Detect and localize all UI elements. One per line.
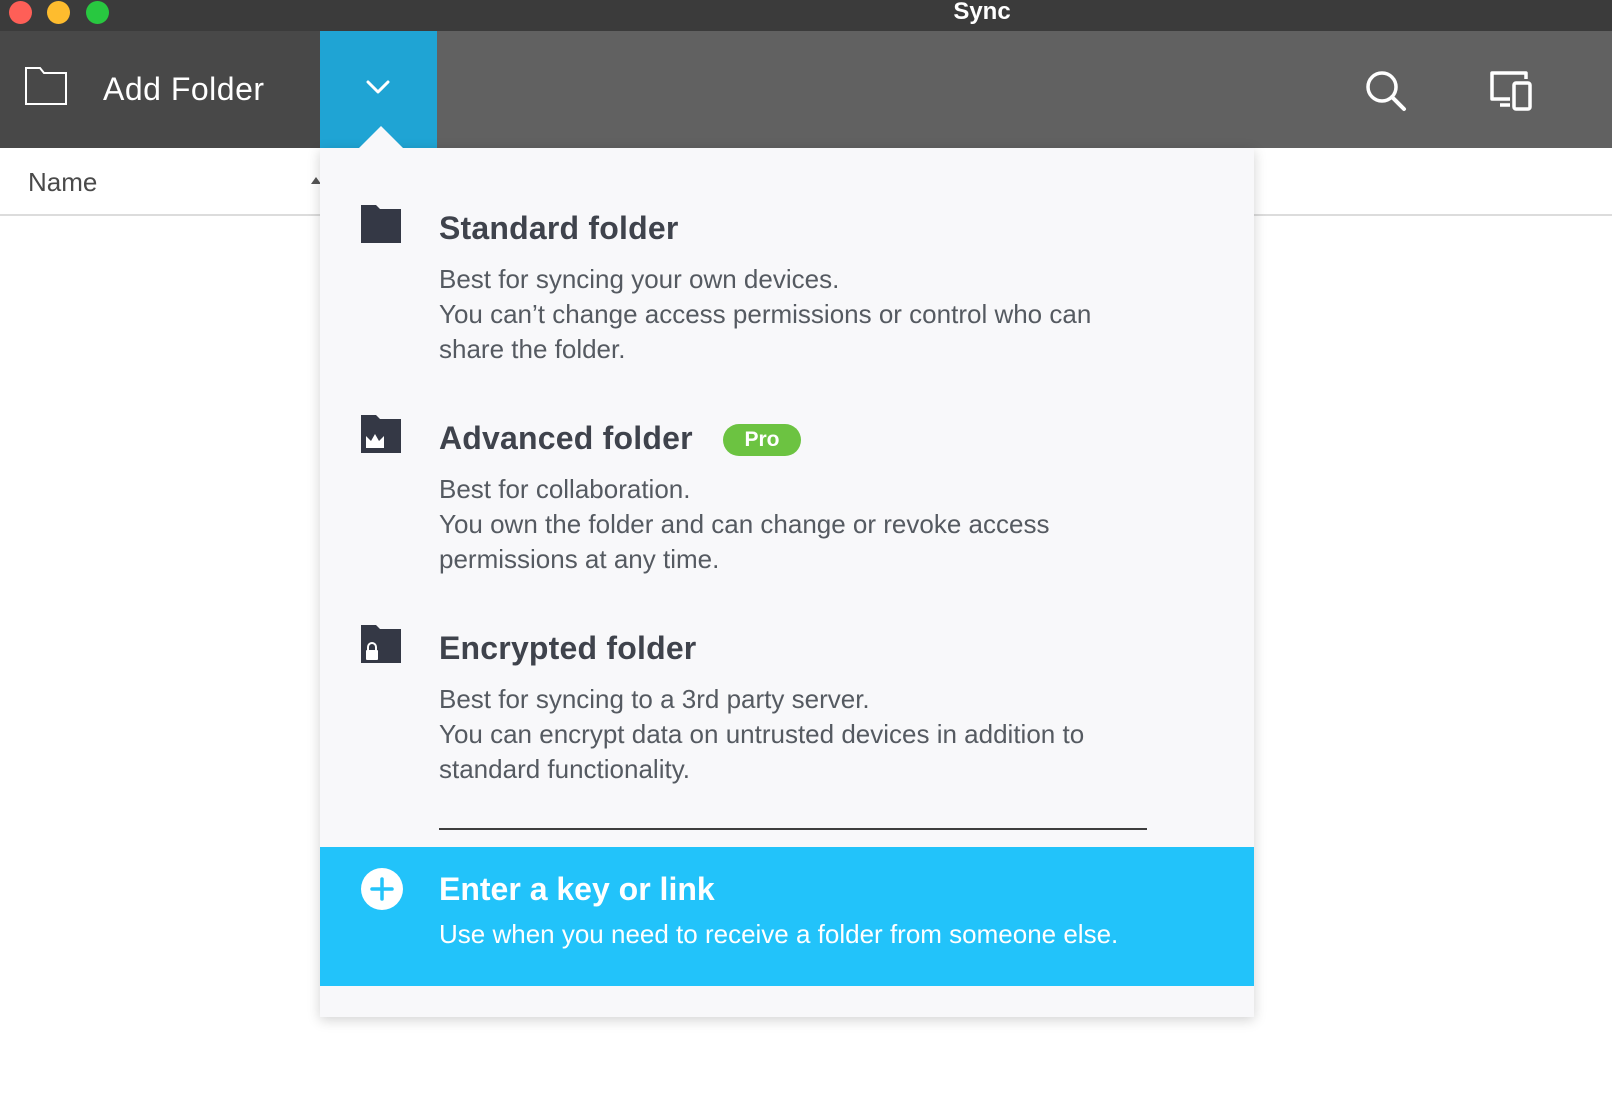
window-title-bar: Sync — [0, 0, 1612, 31]
option-description: Best for collaboration. You own the fold… — [439, 472, 1139, 577]
folder-crown-icon — [361, 415, 401, 453]
window-title: Sync — [953, 0, 1011, 25]
menu-divider — [439, 828, 1147, 830]
option-description-line: permissions at any time. — [439, 544, 720, 574]
folder-lock-icon — [361, 625, 401, 663]
option-description-line: You own the folder and can change or rev… — [439, 509, 1050, 539]
search-icon[interactable] — [1364, 69, 1408, 113]
option-description-line: You can’t change access permissions or c… — [439, 299, 1092, 329]
option-title: Advanced folder — [439, 420, 693, 456]
option-title: Standard folder — [439, 210, 679, 246]
toolbar: Add Folder — [0, 31, 1612, 148]
pro-badge: Pro — [723, 424, 801, 456]
option-description-line: You can encrypt data on untrusted device… — [439, 719, 1085, 749]
dropdown-caret — [358, 126, 404, 149]
option-description-line: share the folder. — [439, 334, 626, 364]
add-folder-button[interactable]: Add Folder — [0, 31, 320, 148]
option-description-line: Best for syncing your own devices. — [439, 264, 840, 294]
option-title: Encrypted folder — [439, 630, 697, 666]
option-description-line: Best for collaboration. — [439, 474, 691, 504]
key-link-description: Use when you need to receive a folder fr… — [439, 919, 1119, 949]
menu-option-standard-folder[interactable]: Standard folder Best for syncing your ow… — [320, 205, 1254, 368]
column-header-name[interactable]: Name — [28, 167, 97, 198]
option-description-line: standard functionality. — [439, 754, 690, 784]
menu-option-enter-key-or-link[interactable]: Enter a key or link Use when you need to… — [320, 847, 1254, 986]
devices-icon[interactable] — [1488, 69, 1534, 113]
option-description: Best for syncing to a 3rd party server. … — [439, 682, 1139, 787]
option-description-line: Best for syncing to a 3rd party server. — [439, 684, 870, 714]
key-link-title: Enter a key or link — [439, 871, 715, 907]
add-folder-label: Add Folder — [103, 71, 265, 107]
chevron-down-icon — [366, 80, 390, 94]
add-folder-menu: Standard folder Best for syncing your ow… — [320, 148, 1254, 1017]
folder-icon — [361, 205, 401, 243]
menu-option-encrypted-folder[interactable]: Encrypted folder Best for syncing to a 3… — [320, 625, 1254, 788]
plus-circle-icon — [361, 868, 403, 910]
option-description: Best for syncing your own devices. You c… — [439, 262, 1139, 367]
folder-outline-icon — [25, 67, 67, 105]
